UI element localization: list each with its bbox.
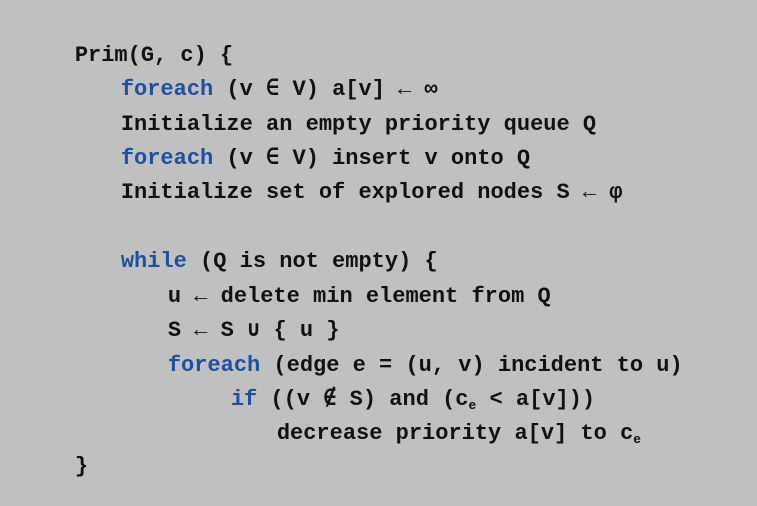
code-line-5: Initialize set of explored nodes S ← φ: [68, 154, 623, 232]
code-line-11: decrease priority a[v] to ce: [224, 395, 641, 473]
code-text: }: [74, 454, 89, 479]
code-text: decrease priority a[v] to c: [276, 421, 634, 446]
code-line-12: }: [22, 428, 88, 506]
subscript: e: [633, 432, 642, 447]
code-text: Initialize set of explored nodes S ← φ: [120, 180, 623, 205]
code-panel: Prim(G, c) { foreach (v ∈ V) a[v] ← ∞ In…: [0, 0, 757, 479]
